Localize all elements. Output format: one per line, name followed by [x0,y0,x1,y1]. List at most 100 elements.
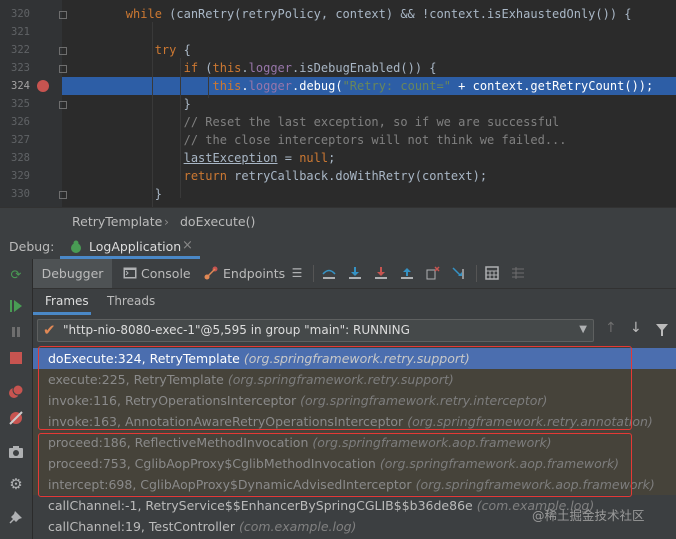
code-token: this [212,61,242,75]
spring-bug-icon [71,240,81,253]
tab-debugger[interactable]: Debugger [33,259,112,288]
code-editor[interactable]: 320 321 322 323 324 325 326 327 328 329 330 while … [0,0,676,207]
code-token: ; [328,151,336,165]
breadcrumb-class[interactable]: RetryTemplate [72,214,162,229]
frame-method: callChannel:19, TestController [48,519,235,534]
code-line[interactable]: if (this.logger.isDebugEnabled()) { [68,59,437,77]
drop-frame-icon[interactable] [426,266,440,280]
watermark: @稀土掘金技术社区 [532,508,645,523]
annotation-box-aop-frames [38,433,632,497]
tab-log-application[interactable]: LogApplication × [60,235,200,259]
debug-tool-window-header: Debug: LogApplication × [0,235,676,260]
breadcrumb-method[interactable]: doExecute() [180,214,255,229]
debug-label: Debug: [9,239,55,254]
check-mark-icon: ✔ [43,321,56,339]
show-execution-point-icon[interactable] [322,266,336,280]
fold-marker[interactable] [59,65,67,73]
step-out-icon[interactable] [400,266,414,280]
tab-threads[interactable]: Threads [107,294,155,308]
code-token: return [183,169,227,183]
code-line[interactable]: while (canRetry(retryPolicy, context) &&… [68,5,632,23]
fold-marker[interactable] [59,191,67,199]
layout-menu-icon[interactable]: ☰ [290,266,304,280]
line-number: 326 [11,116,30,128]
endpoints-icon [204,266,218,280]
code-token: .isDebugEnabled()) { [292,61,437,75]
code-line[interactable]: try { [68,41,191,59]
line-number: 322 [11,44,30,56]
close-tab-icon[interactable]: × [182,238,193,253]
mute-breakpoints-icon[interactable] [8,410,24,426]
thread-selector-dropdown[interactable]: ✔ "http-nio-8080-exec-1"@5,595 in group … [37,319,594,342]
fold-marker[interactable] [59,11,67,19]
code-line[interactable]: } [68,95,191,113]
breadcrumb: RetryTemplate › doExecute() [0,207,676,236]
run-to-cursor-icon[interactable] [452,266,466,280]
pause-icon[interactable] [8,324,24,340]
arrow-up-icon[interactable]: ↑ [605,320,617,336]
line-number: 324 [11,80,30,92]
arrow-down-icon[interactable]: ↓ [630,320,642,336]
annotation-box-retry-frames [38,346,632,430]
resume-icon[interactable] [8,298,24,314]
frame-package: (com.example.log) [238,519,357,534]
tab-endpoints[interactable]: Endpoints [223,259,285,288]
line-number: 320 [11,8,30,20]
settings-gear-icon[interactable]: ⚙ [8,475,24,493]
code-token: null [299,151,329,165]
tab-frames[interactable]: Frames [33,289,91,315]
code-token: (canRetry(retryPolicy, context) && !cont… [161,7,632,21]
code-line[interactable]: // the close interceptors will not think… [68,131,567,149]
tab-console[interactable]: Console [141,259,191,288]
pin-icon[interactable] [8,509,24,525]
code-line[interactable]: } [68,185,162,203]
thread-selector-value: "http-nio-8080-exec-1"@5,595 in group "m… [63,323,410,337]
view-breakpoints-icon[interactable] [8,384,24,400]
step-over-icon[interactable] [348,266,362,280]
breakpoint-icon[interactable] [37,80,49,92]
code-token: lastException [183,151,278,165]
camera-icon[interactable] [8,444,24,460]
line-number: 328 [11,152,30,164]
fold-marker[interactable] [59,47,67,55]
code-token: if [183,61,199,75]
code-line[interactable]: return retryCallback.doWithRetry(context… [68,167,487,185]
breadcrumb-separator-icon: › [164,214,169,229]
code-token: { [176,43,191,57]
debug-tabs-bar: Debugger Console Endpoints ☰ [33,259,676,289]
line-number: 330 [11,188,30,200]
log-application-label: LogApplication [89,239,182,254]
code-token: logger [248,79,292,93]
frames-threads-tabs: Frames Threads [33,289,676,316]
code-token: .debug( [292,79,343,93]
evaluate-expression-icon[interactable] [485,266,499,280]
trace-stream-icon[interactable] [511,266,525,280]
code-token: try [154,43,177,57]
fold-marker[interactable] [59,101,67,109]
code-token: "Retry: count=" [342,79,451,93]
code-token: while [125,7,162,21]
editor-gutter[interactable]: 320 321 322 323 324 325 326 327 328 329 330 [0,0,62,207]
code-line[interactable]: // Reset the last exception, so if we ar… [68,113,560,131]
code-line[interactable]: lastException = null; [68,149,336,167]
code-token: . [241,79,249,93]
force-step-into-icon[interactable] [374,266,388,280]
tab-frames-label: Frames [45,294,89,308]
code-line[interactable]: this.logger.debug("Retry: count=" + cont… [68,77,654,95]
rerun-icon[interactable]: ⟳ [8,267,24,283]
code-token: this [212,79,242,93]
code-token: // Reset the last exception, so if we ar… [183,115,560,129]
code-token: retryCallback.doWithRetry(context); [226,169,488,183]
code-token: logger [248,61,292,75]
stop-icon[interactable] [8,350,24,366]
filter-icon[interactable] [655,323,669,337]
line-number: 325 [11,98,30,110]
chevron-down-icon: ▼ [579,324,587,335]
